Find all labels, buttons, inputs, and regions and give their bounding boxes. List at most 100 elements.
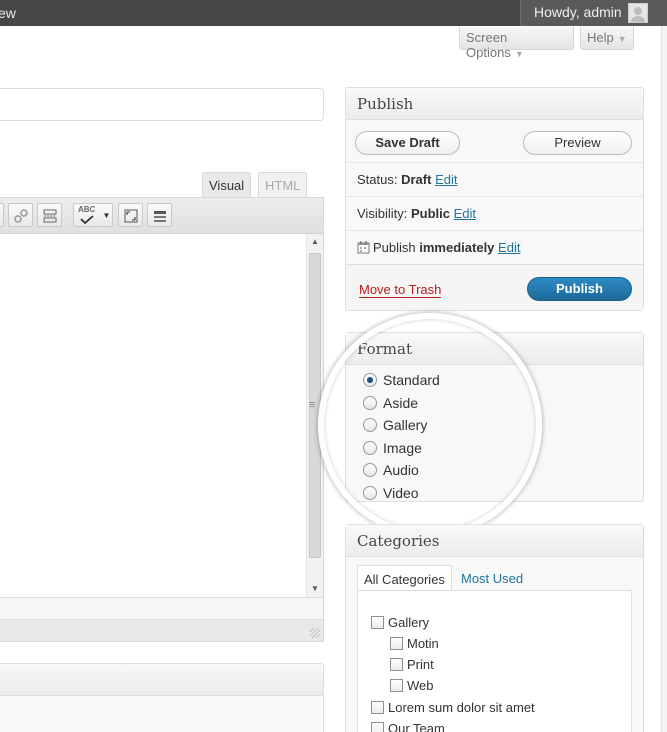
chevron-down-icon: ▼ bbox=[617, 34, 627, 44]
checkbox[interactable] bbox=[390, 658, 403, 671]
help-label: Help bbox=[587, 30, 614, 45]
format-option-audio[interactable]: Audio bbox=[363, 462, 419, 482]
checkbox[interactable] bbox=[371, 701, 384, 714]
visibility-edit-link[interactable]: Edit bbox=[454, 206, 476, 221]
visibility-value: Public bbox=[410, 206, 450, 221]
spellcheck-dropdown[interactable]: ▼ bbox=[101, 203, 113, 227]
checkbox[interactable] bbox=[390, 637, 403, 650]
publish-box-title[interactable]: Publish bbox=[346, 88, 643, 120]
lower-meta-box-header[interactable] bbox=[0, 664, 323, 696]
category-label: Print bbox=[407, 657, 434, 672]
publish-box: Publish Save Draft Preview Status: Draft… bbox=[345, 87, 644, 311]
format-option-label: Video bbox=[383, 485, 419, 501]
status-row: Status: Draft Edit bbox=[346, 162, 643, 196]
tab-html[interactable]: HTML bbox=[258, 172, 308, 197]
tab-visual[interactable]: Visual bbox=[202, 172, 252, 197]
category-item[interactable]: Lorem sum dolor sit amet bbox=[371, 700, 535, 718]
status-label: Status: bbox=[357, 172, 398, 187]
fullscreen-icon bbox=[124, 209, 137, 223]
checkbox[interactable] bbox=[390, 679, 403, 692]
insert-link-button[interactable] bbox=[0, 203, 4, 227]
visibility-row: Visibility: Public Edit bbox=[346, 196, 643, 230]
window-edge bbox=[661, 26, 667, 732]
editor-toolbar: ABC ▼ bbox=[0, 198, 323, 234]
post-title-input[interactable] bbox=[0, 88, 324, 121]
admin-bar-view-link[interactable]: ew bbox=[0, 5, 16, 21]
screen-options-button[interactable]: Screen Options ▼ bbox=[459, 27, 574, 60]
move-to-trash-link[interactable]: Move to Trash bbox=[359, 282, 442, 298]
sidebar-drag-handle-icon[interactable]: ≡ bbox=[309, 399, 315, 411]
category-label: Web bbox=[407, 678, 434, 693]
format-option-label: Gallery bbox=[383, 417, 428, 433]
format-option-standard[interactable]: Standard bbox=[363, 372, 440, 392]
admin-bar: ew Howdy, admin bbox=[0, 0, 667, 26]
format-option-label: Standard bbox=[383, 372, 440, 388]
tab-all-categories[interactable]: All Categories bbox=[357, 565, 452, 591]
checkbox[interactable] bbox=[371, 616, 384, 629]
scroll-up-icon[interactable]: ▲ bbox=[307, 234, 323, 250]
categories-box-title[interactable]: Categories bbox=[346, 525, 643, 557]
category-item[interactable]: Print bbox=[390, 657, 434, 675]
howdy-label[interactable]: Howdy, admin bbox=[534, 4, 622, 20]
format-box-title[interactable]: Format bbox=[346, 333, 643, 365]
radio-button[interactable] bbox=[363, 418, 377, 432]
category-item[interactable]: Gallery bbox=[371, 615, 429, 633]
checkbox[interactable] bbox=[371, 722, 384, 732]
content-textarea[interactable] bbox=[0, 234, 323, 597]
user-avatar-icon bbox=[631, 7, 645, 22]
category-label: Gallery bbox=[388, 615, 430, 630]
radio-button[interactable] bbox=[363, 373, 377, 387]
radio-button[interactable] bbox=[363, 463, 377, 477]
category-tabs: All Categories Most Used bbox=[357, 565, 632, 591]
avatar[interactable] bbox=[628, 3, 648, 23]
category-item[interactable]: Web bbox=[390, 678, 434, 696]
calendar-icon bbox=[357, 241, 370, 254]
category-label: Our Team bbox=[388, 721, 445, 732]
publish-button[interactable]: Publish bbox=[527, 277, 632, 301]
chevron-down-icon: ▼ bbox=[514, 49, 524, 59]
chevron-down-icon: ▼ bbox=[102, 211, 111, 220]
scroll-down-icon[interactable]: ▼ bbox=[307, 581, 323, 597]
publish-actions: Move to Trash Publish bbox=[346, 264, 643, 310]
category-item[interactable]: Our Team bbox=[371, 721, 445, 732]
format-option-gallery[interactable]: Gallery bbox=[363, 417, 427, 437]
editor-path-bar bbox=[0, 597, 323, 619]
content-editor: ABC ▼ ▲ ▼ bbox=[0, 197, 324, 642]
publish-label: Publish bbox=[373, 240, 416, 255]
editor-scrollbar[interactable]: ▲ ▼ bbox=[306, 234, 323, 597]
fullscreen-button[interactable] bbox=[118, 203, 143, 227]
publish-date-row: Publish immediately Edit bbox=[346, 230, 643, 264]
resize-handle-icon[interactable] bbox=[310, 628, 320, 638]
category-checklist: Gallery Motin Print Web Lorem sum dolor … bbox=[357, 590, 632, 732]
insert-more-tag-button[interactable] bbox=[37, 203, 62, 227]
help-button[interactable]: Help ▼ bbox=[580, 27, 634, 50]
format-option-image[interactable]: Image bbox=[363, 440, 422, 460]
category-item[interactable]: Motin bbox=[390, 636, 439, 654]
kitchen-sink-button[interactable] bbox=[147, 203, 172, 227]
visibility-label: Visibility: bbox=[357, 206, 408, 221]
format-option-video[interactable]: Video bbox=[363, 485, 419, 505]
admin-account-menu[interactable]: Howdy, admin bbox=[520, 0, 667, 26]
radio-button[interactable] bbox=[363, 396, 377, 410]
format-option-label: Aside bbox=[383, 395, 419, 411]
format-box: Format Standard Aside Gallery Image Audi… bbox=[345, 332, 644, 502]
radio-button[interactable] bbox=[363, 441, 377, 455]
checkmark-icon bbox=[80, 215, 94, 225]
unlink-button[interactable] bbox=[8, 203, 33, 227]
category-label: Motin bbox=[407, 636, 439, 651]
publish-date-edit-link[interactable]: Edit bbox=[498, 240, 520, 255]
status-edit-link[interactable]: Edit bbox=[435, 172, 457, 187]
spellcheck-button[interactable]: ABC bbox=[73, 203, 102, 227]
save-draft-button[interactable]: Save Draft bbox=[355, 131, 460, 155]
toolbar-toggle-icon bbox=[153, 211, 166, 222]
status-value: Draft bbox=[401, 172, 432, 187]
screen-options-label: Screen Options bbox=[466, 30, 511, 60]
format-option-label: Audio bbox=[383, 462, 419, 478]
format-option-aside[interactable]: Aside bbox=[363, 395, 418, 415]
lower-meta-box bbox=[0, 663, 324, 732]
categories-box: Categories All Categories Most Used Gall… bbox=[345, 524, 644, 732]
tab-most-used[interactable]: Most Used bbox=[455, 565, 529, 591]
preview-button[interactable]: Preview bbox=[523, 131, 632, 155]
radio-button[interactable] bbox=[363, 486, 377, 500]
format-option-label: Image bbox=[383, 440, 422, 456]
